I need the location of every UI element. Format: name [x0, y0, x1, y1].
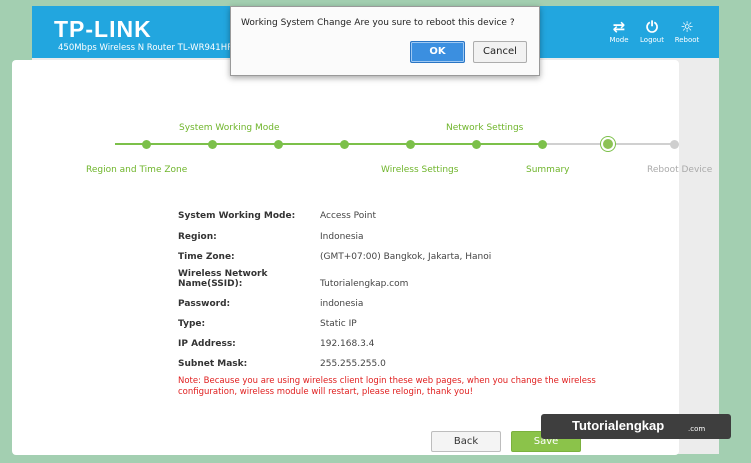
summary-value-time-zone: (GMT+07:00) Bangkok, Jakarta, Hanoi: [320, 252, 492, 262]
summary-label-region: Region:: [178, 232, 217, 242]
reboot-label: Reboot: [674, 36, 700, 44]
dialog-cancel-button[interactable]: Cancel: [473, 41, 527, 63]
dialog-message: Working System Change Are you sure to re…: [241, 18, 515, 28]
progress-step-dot: [537, 139, 547, 149]
step-label-region-time-zone: Region and Time Zone: [86, 165, 188, 175]
back-button[interactable]: Back: [431, 431, 501, 452]
progress-step-dot: [141, 139, 151, 149]
reboot-button[interactable]: ☼ Reboot: [670, 18, 704, 44]
watermark-main: Tutorialengkap: [572, 418, 665, 433]
progress-step-dot: [471, 139, 481, 149]
summary-value-ip-address: 192.168.3.4: [320, 339, 375, 349]
summary-value-password: indonesia: [320, 299, 364, 309]
wireless-restart-note: Note: Because you are using wireless cli…: [178, 376, 596, 397]
step-label-summary: Summary: [526, 165, 570, 175]
summary-label-ip-address: IP Address:: [178, 339, 236, 349]
watermark: Tutorialengkap .com: [541, 414, 731, 439]
step-label-wireless-settings: Wireless Settings: [381, 165, 459, 175]
logout-button[interactable]: ⏻ Logout: [635, 18, 669, 44]
summary-value-subnet-mask: 255.255.255.0: [320, 359, 386, 369]
mode-button[interactable]: ⇄ Mode: [602, 18, 636, 44]
mode-label: Mode: [609, 36, 629, 44]
step-label-reboot-device: Reboot Device: [647, 165, 713, 175]
sun-icon: ☼: [680, 18, 694, 36]
summary-label-type: Type:: [178, 319, 206, 329]
dialog-ok-button[interactable]: OK: [410, 41, 465, 63]
summary-value-ssid: Tutorialengkap.com: [320, 279, 409, 289]
summary-value-type: Static IP: [320, 319, 357, 329]
step-label-network-settings: Network Settings: [446, 123, 524, 133]
progress-step-dot: [207, 139, 217, 149]
summary-label-mode: System Working Mode:: [178, 211, 296, 221]
summary-label-ssid: Wireless Network Name(SSID):: [178, 269, 268, 289]
power-icon: ⏻: [646, 18, 658, 36]
summary-value-region: Indonesia: [320, 232, 364, 242]
watermark-suffix: .com: [688, 425, 706, 433]
progress-step-dot: [669, 139, 679, 149]
mode-icon: ⇄: [612, 18, 626, 36]
step-label-system-working-mode: System Working Mode: [179, 123, 280, 133]
brand-logo: TP-LINK: [54, 16, 152, 42]
summary-label-subnet-mask: Subnet Mask:: [178, 359, 248, 369]
summary-label-time-zone: Time Zone:: [178, 252, 235, 262]
progress-step-dot: [601, 137, 615, 151]
summary-label-password: Password:: [178, 299, 231, 309]
logout-label: Logout: [640, 36, 664, 44]
model-name: 450Mbps Wireless N Router TL-WR941HP: [58, 43, 233, 53]
reboot-confirm-dialog: Working System Change Are you sure to re…: [230, 6, 540, 76]
summary-value-mode: Access Point: [320, 211, 377, 221]
progress-step-dot: [273, 139, 283, 149]
progress-step-dot: [339, 139, 349, 149]
progress-step-dot: [405, 139, 415, 149]
